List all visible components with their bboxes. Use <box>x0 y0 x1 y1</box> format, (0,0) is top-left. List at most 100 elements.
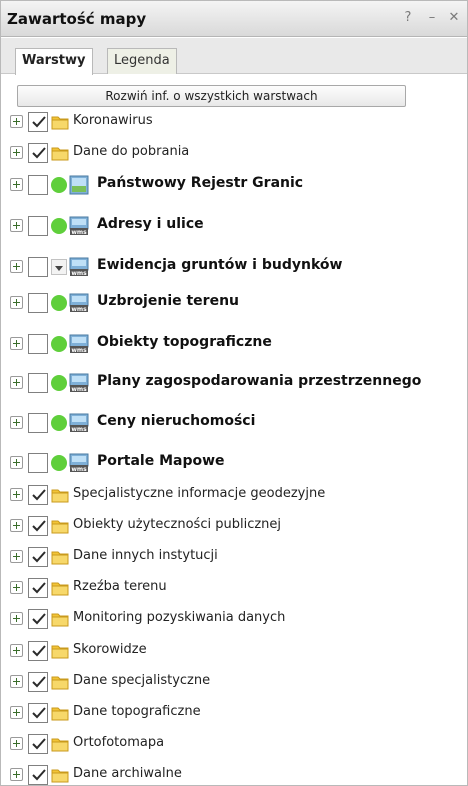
layer-row[interactable]: Obiekty użyteczności publicznej <box>1 514 467 538</box>
layer-checkbox[interactable] <box>28 257 48 277</box>
layer-row[interactable]: Rzeźba terenu <box>1 576 467 600</box>
layer-label[interactable]: Plany zagospodarowania przestrzennego <box>97 373 421 389</box>
checkmark-icon <box>32 707 46 719</box>
expand-plus-icon[interactable] <box>10 612 23 625</box>
layer-label[interactable]: Dane innych instytucji <box>73 548 218 563</box>
layer-row[interactable]: wms Ewidencja gruntów i budynków <box>1 255 467 279</box>
expand-plus-icon[interactable] <box>10 456 23 469</box>
minimize-button[interactable]: – <box>423 9 441 27</box>
expand-plus-icon[interactable] <box>10 296 23 309</box>
expand-plus-icon[interactable] <box>10 337 23 350</box>
help-button[interactable]: ? <box>399 9 417 27</box>
layer-checkbox[interactable] <box>28 703 48 723</box>
expand-all-button[interactable]: Rozwiń inf. o wszystkich warstwach <box>17 85 406 107</box>
expand-plus-icon[interactable] <box>10 260 23 273</box>
layer-checkbox[interactable] <box>28 485 48 505</box>
expand-plus-icon[interactable] <box>10 178 23 191</box>
expand-plus-icon[interactable] <box>10 644 23 657</box>
layer-checkbox[interactable] <box>28 547 48 567</box>
panel-titlebar: Zawartość mapy ? – ✕ <box>1 1 467 37</box>
layer-checkbox[interactable] <box>28 334 48 354</box>
layer-label[interactable]: Skorowidze <box>73 642 147 657</box>
layer-row[interactable]: wms Plany zagospodarowania przestrzennego <box>1 371 467 395</box>
layer-row[interactable]: wms Obiekty topograficzne <box>1 332 467 356</box>
layer-row[interactable]: wms Ceny nieruchomości <box>1 411 467 435</box>
layer-label[interactable]: Państwowy Rejestr Granic <box>97 175 303 191</box>
layer-row[interactable]: Dane innych instytucji <box>1 545 467 569</box>
layer-row[interactable]: Ortofotomapa <box>1 732 467 756</box>
expand-plus-icon[interactable] <box>10 675 23 688</box>
layer-label[interactable]: Ortofotomapa <box>73 735 164 750</box>
layer-label[interactable]: Ewidencja gruntów i budynków <box>97 257 342 273</box>
layer-checkbox[interactable] <box>28 765 48 785</box>
expand-plus-icon[interactable] <box>10 737 23 750</box>
expand-plus-icon[interactable] <box>10 146 23 159</box>
layer-checkbox[interactable] <box>28 516 48 536</box>
expand-plus-icon[interactable] <box>10 115 23 128</box>
layer-label[interactable]: Rzeźba terenu <box>73 579 167 594</box>
folder-icon <box>51 705 69 721</box>
layer-row[interactable]: Dane specjalistyczne <box>1 670 467 694</box>
layer-row[interactable]: Dane do pobrania <box>1 141 467 165</box>
expand-plus-icon[interactable] <box>10 519 23 532</box>
svg-text:wms: wms <box>71 386 87 393</box>
expand-plus-icon[interactable] <box>10 219 23 232</box>
wms-layer-icon: wms <box>69 334 89 354</box>
layer-row[interactable]: Monitoring pozyskiwania danych <box>1 607 467 631</box>
layer-row[interactable]: wms Adresy i ulice <box>1 214 467 238</box>
layer-checkbox[interactable] <box>28 578 48 598</box>
layer-row[interactable]: Dane topograficzne <box>1 701 467 725</box>
checkmark-icon <box>32 738 46 750</box>
close-button[interactable]: ✕ <box>445 9 463 27</box>
layer-checkbox[interactable] <box>28 413 48 433</box>
layer-row[interactable]: wms Portale Mapowe <box>1 451 467 475</box>
layer-checkbox[interactable] <box>28 175 48 195</box>
tab-layers[interactable]: Warstwy <box>15 48 93 75</box>
layer-label[interactable]: Dane topograficzne <box>73 704 201 719</box>
expand-plus-icon[interactable] <box>10 706 23 719</box>
folder-icon <box>51 145 69 161</box>
layer-label[interactable]: Portale Mapowe <box>97 453 225 469</box>
layer-label[interactable]: Adresy i ulice <box>97 216 204 232</box>
expand-plus-icon[interactable] <box>10 581 23 594</box>
layer-label[interactable]: Ceny nieruchomości <box>97 413 255 429</box>
expand-plus-icon[interactable] <box>10 376 23 389</box>
svg-text:wms: wms <box>71 347 87 354</box>
layer-row[interactable]: Dane archiwalne <box>1 763 467 786</box>
layer-checkbox[interactable] <box>28 734 48 754</box>
layer-checkbox[interactable] <box>28 216 48 236</box>
checkmark-icon <box>32 613 46 625</box>
expand-plus-icon[interactable] <box>10 768 23 781</box>
layer-checkbox[interactable] <box>28 373 48 393</box>
layer-row[interactable]: Państwowy Rejestr Granic <box>1 173 467 197</box>
layer-label[interactable]: Monitoring pozyskiwania danych <box>73 610 285 625</box>
layer-row[interactable]: Skorowidze <box>1 639 467 663</box>
layer-checkbox[interactable] <box>28 672 48 692</box>
folder-icon <box>51 611 69 627</box>
layer-label[interactable]: Koronawirus <box>73 113 153 128</box>
layer-checkbox[interactable] <box>28 609 48 629</box>
expand-plus-icon[interactable] <box>10 488 23 501</box>
layer-label[interactable]: Obiekty topograficzne <box>97 334 272 350</box>
layer-label[interactable]: Specjalistyczne informacje geodezyjne <box>73 486 325 501</box>
layer-checkbox[interactable] <box>28 112 48 132</box>
layer-row[interactable]: Specjalistyczne informacje geodezyjne <box>1 483 467 507</box>
layer-checkbox[interactable] <box>28 293 48 313</box>
layer-checkbox[interactable] <box>28 453 48 473</box>
layer-label[interactable]: Dane archiwalne <box>73 766 182 781</box>
expand-plus-icon[interactable] <box>10 416 23 429</box>
layer-label[interactable]: Dane do pobrania <box>73 144 189 159</box>
layer-row[interactable]: wms Uzbrojenie terenu <box>1 291 467 315</box>
expand-plus-icon[interactable] <box>10 550 23 563</box>
wms-layer-icon: wms <box>69 453 89 473</box>
checkmark-icon <box>32 116 46 128</box>
dropdown-arrow-icon[interactable] <box>51 259 67 275</box>
checkmark-icon <box>32 147 46 159</box>
layer-label[interactable]: Obiekty użyteczności publicznej <box>73 517 281 532</box>
layer-checkbox[interactable] <box>28 641 48 661</box>
layer-checkbox[interactable] <box>28 143 48 163</box>
tab-legend[interactable]: Legenda <box>107 48 177 74</box>
layer-row[interactable]: Koronawirus <box>1 110 467 134</box>
layer-label[interactable]: Uzbrojenie terenu <box>97 293 239 309</box>
layer-label[interactable]: Dane specjalistyczne <box>73 673 210 688</box>
